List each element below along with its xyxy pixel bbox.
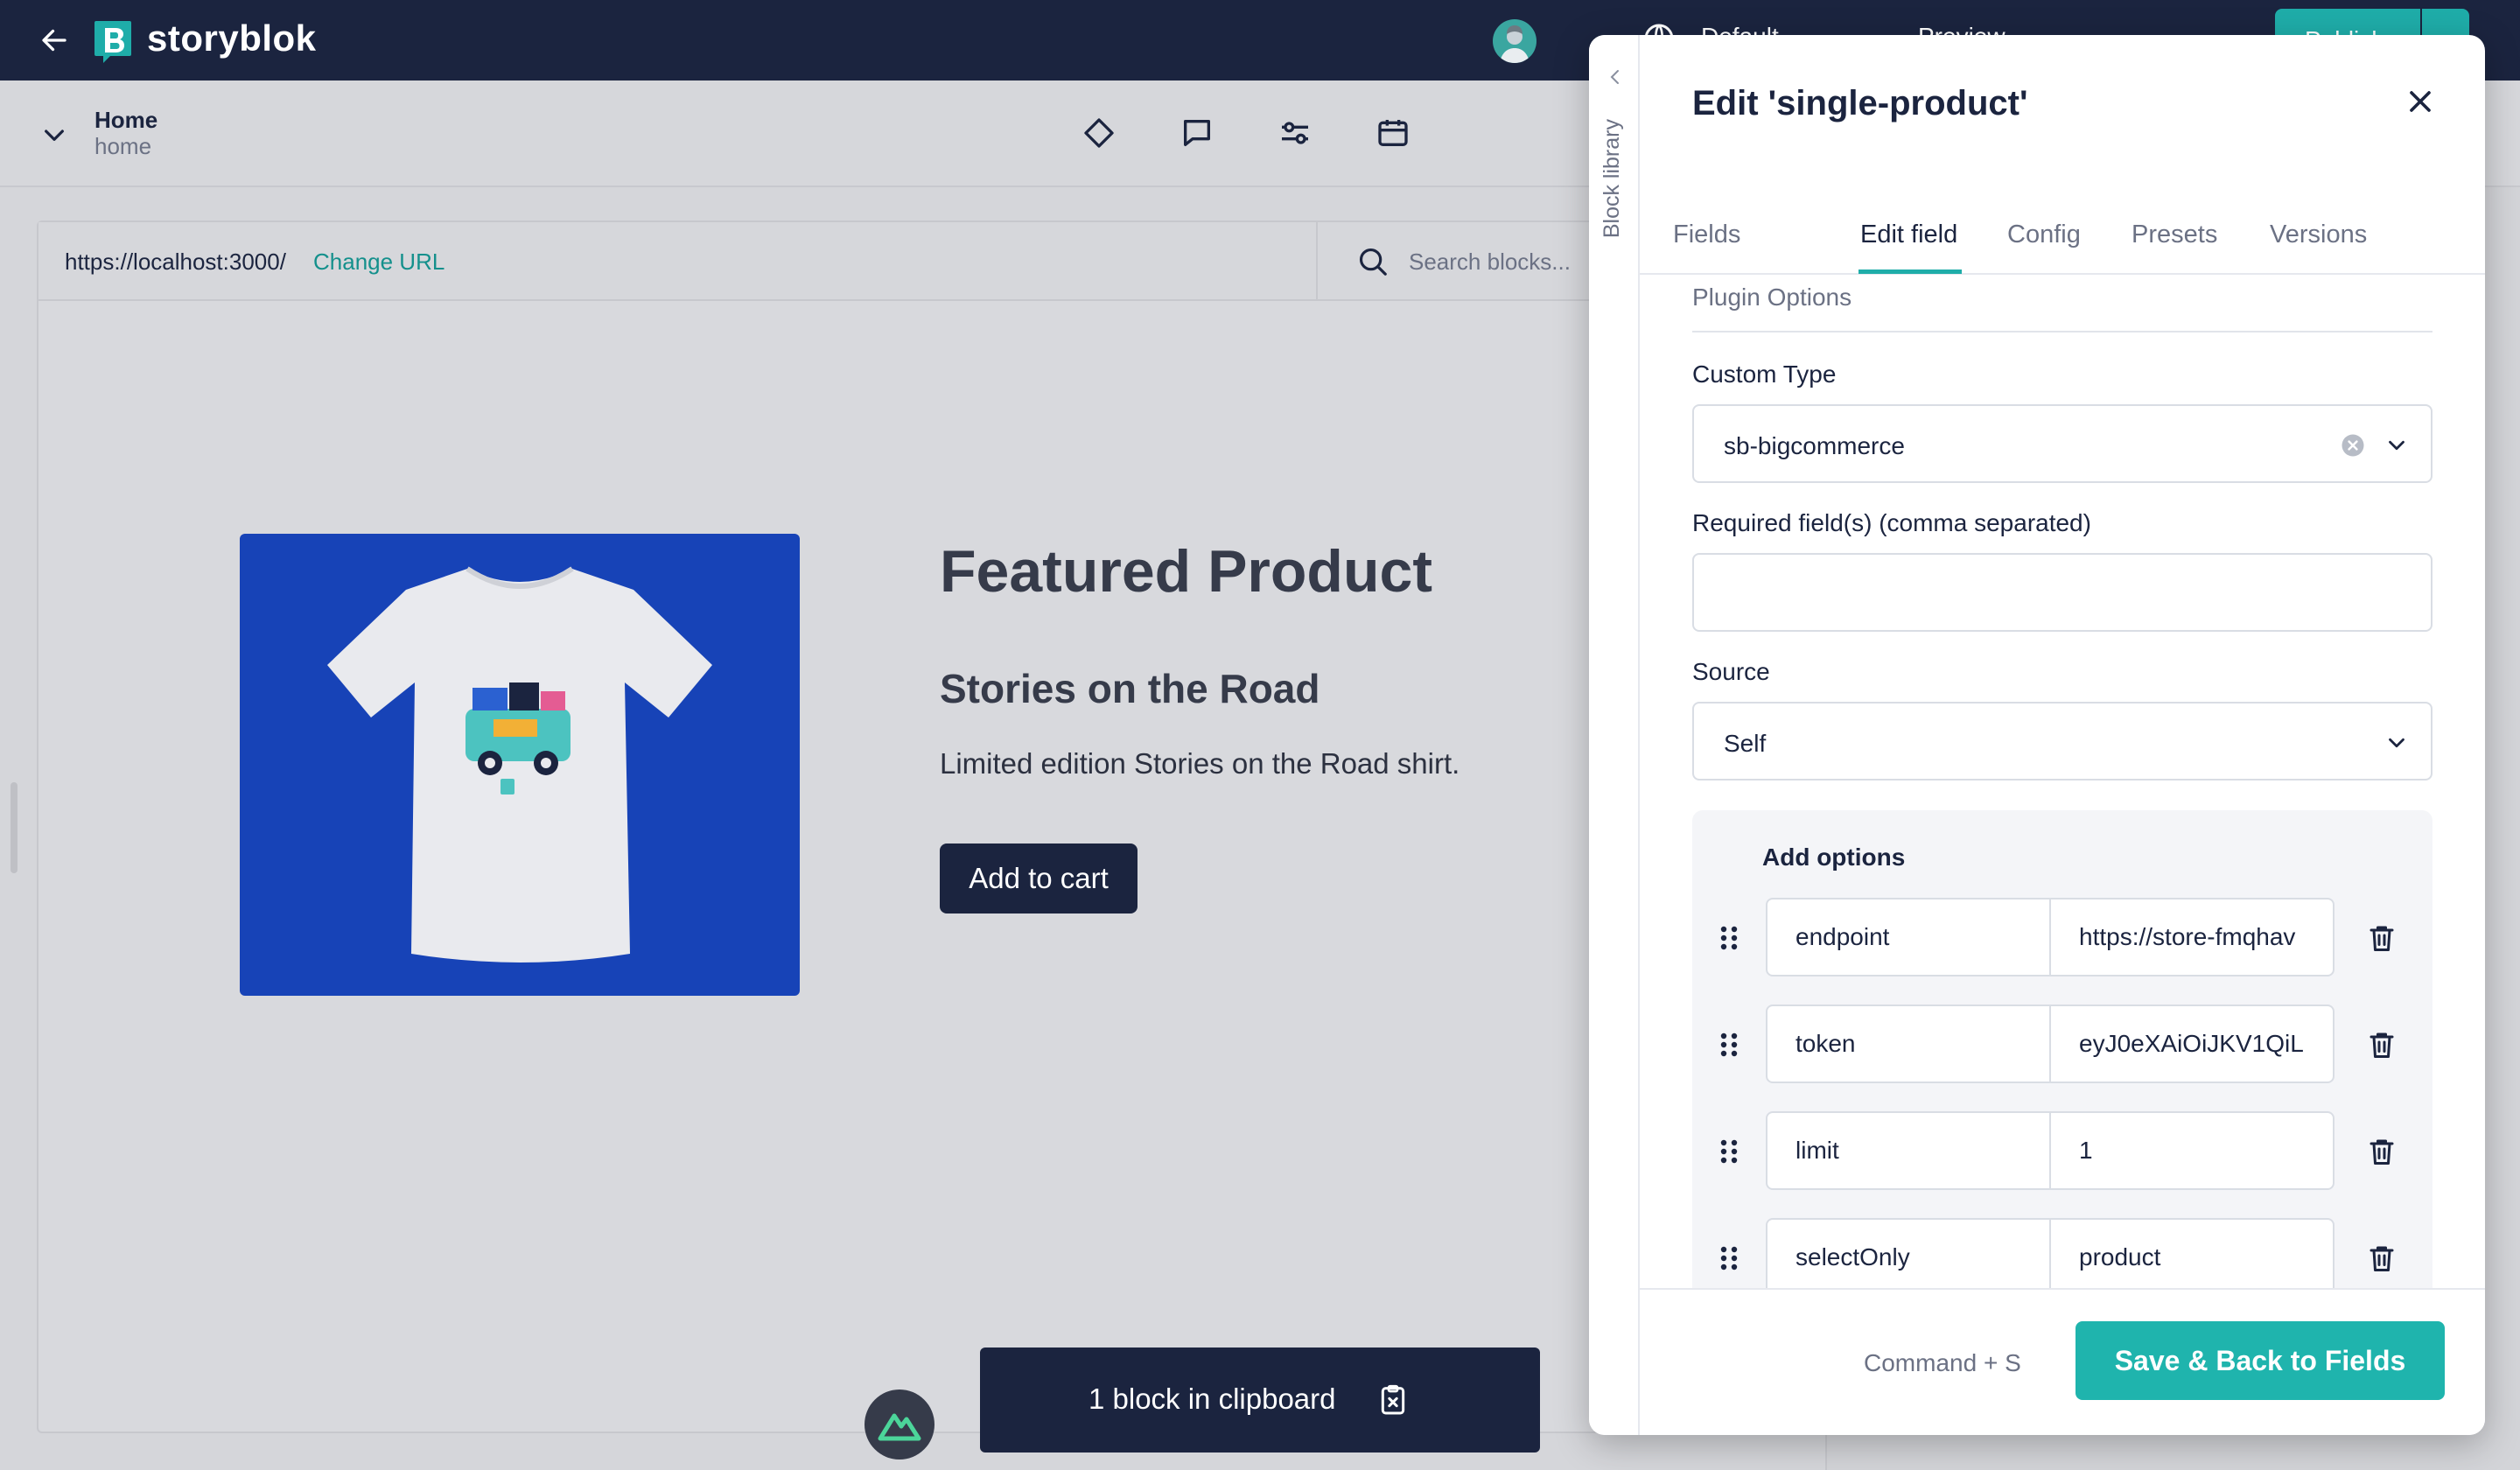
- tab-edit-field[interactable]: Edit field: [1860, 220, 1957, 249]
- story-title: Home: [94, 107, 158, 133]
- drag-handle-icon[interactable]: [1718, 1031, 1740, 1059]
- chevron-down-icon[interactable]: [2384, 730, 2410, 756]
- clipboard-toast: 1 block in clipboard: [980, 1348, 1540, 1452]
- comment-icon[interactable]: [1180, 116, 1214, 150]
- close-icon[interactable]: [2403, 84, 2438, 119]
- required-fields-input[interactable]: [1692, 553, 2432, 632]
- section-heading: Plugin Options: [1692, 284, 1852, 311]
- tab-fields[interactable]: Fields: [1673, 220, 1740, 249]
- source-label: Source: [1692, 658, 1770, 685]
- preview-url: https://localhost:3000/: [65, 248, 286, 275]
- tab-config[interactable]: Config: [2007, 220, 2081, 249]
- add-to-cart-button[interactable]: Add to cart: [940, 844, 1138, 914]
- product-name: Stories on the Road: [940, 666, 1320, 711]
- modal-title: Edit 'single-product': [1692, 84, 2028, 122]
- trash-icon[interactable]: [2366, 920, 2398, 956]
- active-tab-indicator: [1858, 270, 1962, 274]
- option-row: [1692, 1218, 2432, 1298]
- source-value: Self: [1724, 730, 1767, 757]
- drag-handle-icon[interactable]: [1718, 1244, 1740, 1272]
- visual-preview: https://localhost:3000/ Change URL Searc…: [37, 220, 1638, 1433]
- option-value-input[interactable]: [2049, 1218, 2334, 1297]
- options-panel: Add options: [1692, 810, 2432, 1321]
- clipboard-message: 1 block in clipboard: [1088, 1382, 1336, 1415]
- brand-name: storyblok: [147, 18, 317, 59]
- product-image: [240, 534, 800, 996]
- trash-icon[interactable]: [2366, 1241, 2398, 1276]
- tab-versions[interactable]: Versions: [2270, 220, 2367, 249]
- chevron-down-icon[interactable]: [2384, 432, 2410, 458]
- diamond-icon[interactable]: [1082, 116, 1116, 150]
- search-blocks-input[interactable]: Search blocks...: [1409, 248, 1571, 276]
- modal-tabs: Fields Edit field Config Presets Version…: [1640, 178, 2485, 275]
- change-url-link[interactable]: Change URL: [313, 248, 444, 276]
- divider: [1692, 331, 2432, 332]
- calendar-icon[interactable]: [1376, 116, 1410, 150]
- drag-handle-icon[interactable]: [1718, 1138, 1740, 1166]
- clear-icon[interactable]: [2340, 432, 2366, 458]
- option-row: [1692, 898, 2432, 978]
- custom-type-value: sb-bigcommerce: [1724, 432, 1905, 459]
- chevron-left-icon[interactable]: [1605, 66, 1626, 88]
- divider: [1316, 222, 1318, 299]
- option-key-input[interactable]: [1766, 1111, 2051, 1190]
- trash-icon[interactable]: [2366, 1134, 2398, 1169]
- option-value-input[interactable]: [2049, 898, 2334, 976]
- option-row: [1692, 1111, 2432, 1192]
- keyboard-shortcut-hint: Command + S: [1864, 1349, 2021, 1376]
- clipboard-clear-icon[interactable]: [1376, 1382, 1410, 1418]
- block-library-label[interactable]: Block library: [1600, 119, 1625, 238]
- edit-block-modal: Block library Edit 'single-product' Fiel…: [1589, 35, 2485, 1435]
- left-resize-handle[interactable]: [10, 782, 18, 873]
- option-key-input[interactable]: [1766, 1004, 2051, 1083]
- product-description: Limited edition Stories on the Road shir…: [940, 747, 1460, 780]
- custom-type-label: Custom Type: [1692, 360, 1837, 388]
- required-fields-label: Required field(s) (comma separated): [1692, 509, 2091, 536]
- save-back-to-fields-button[interactable]: Save & Back to Fields: [2076, 1321, 2445, 1400]
- settings-sliders-icon[interactable]: [1278, 116, 1312, 150]
- drag-handle-icon[interactable]: [1718, 924, 1740, 952]
- search-icon: [1359, 248, 1387, 276]
- user-avatar[interactable]: [1493, 19, 1536, 63]
- storyblok-logo-icon: [94, 21, 131, 63]
- trash-icon[interactable]: [2366, 1027, 2398, 1062]
- options-title: Add options: [1762, 844, 1906, 871]
- source-select[interactable]: Self: [1692, 702, 2432, 780]
- option-value-input[interactable]: [2049, 1004, 2334, 1083]
- option-key-input[interactable]: [1766, 1218, 2051, 1297]
- modal-footer: Command + S Save & Back to Fields: [1640, 1288, 2485, 1435]
- edit-field-form: Plugin Options Custom Type sb-bigcommerc…: [1640, 275, 2485, 1321]
- block-library-rail[interactable]: Block library: [1589, 35, 1640, 1435]
- back-arrow-icon[interactable]: [38, 24, 70, 56]
- tshirt-illustration: [327, 566, 712, 962]
- chevron-down-icon[interactable]: [40, 121, 68, 149]
- custom-type-select[interactable]: sb-bigcommerce: [1692, 404, 2432, 483]
- option-key-input[interactable]: [1766, 898, 2051, 976]
- nuxt-devtools-icon[interactable]: [864, 1390, 934, 1460]
- featured-title: Featured Product: [940, 538, 1432, 605]
- option-row: [1692, 1004, 2432, 1085]
- story-slug: home: [94, 133, 152, 159]
- preview-url-bar: https://localhost:3000/ Change URL Searc…: [38, 222, 1636, 301]
- tab-presets[interactable]: Presets: [2132, 220, 2217, 249]
- option-value-input[interactable]: [2049, 1111, 2334, 1190]
